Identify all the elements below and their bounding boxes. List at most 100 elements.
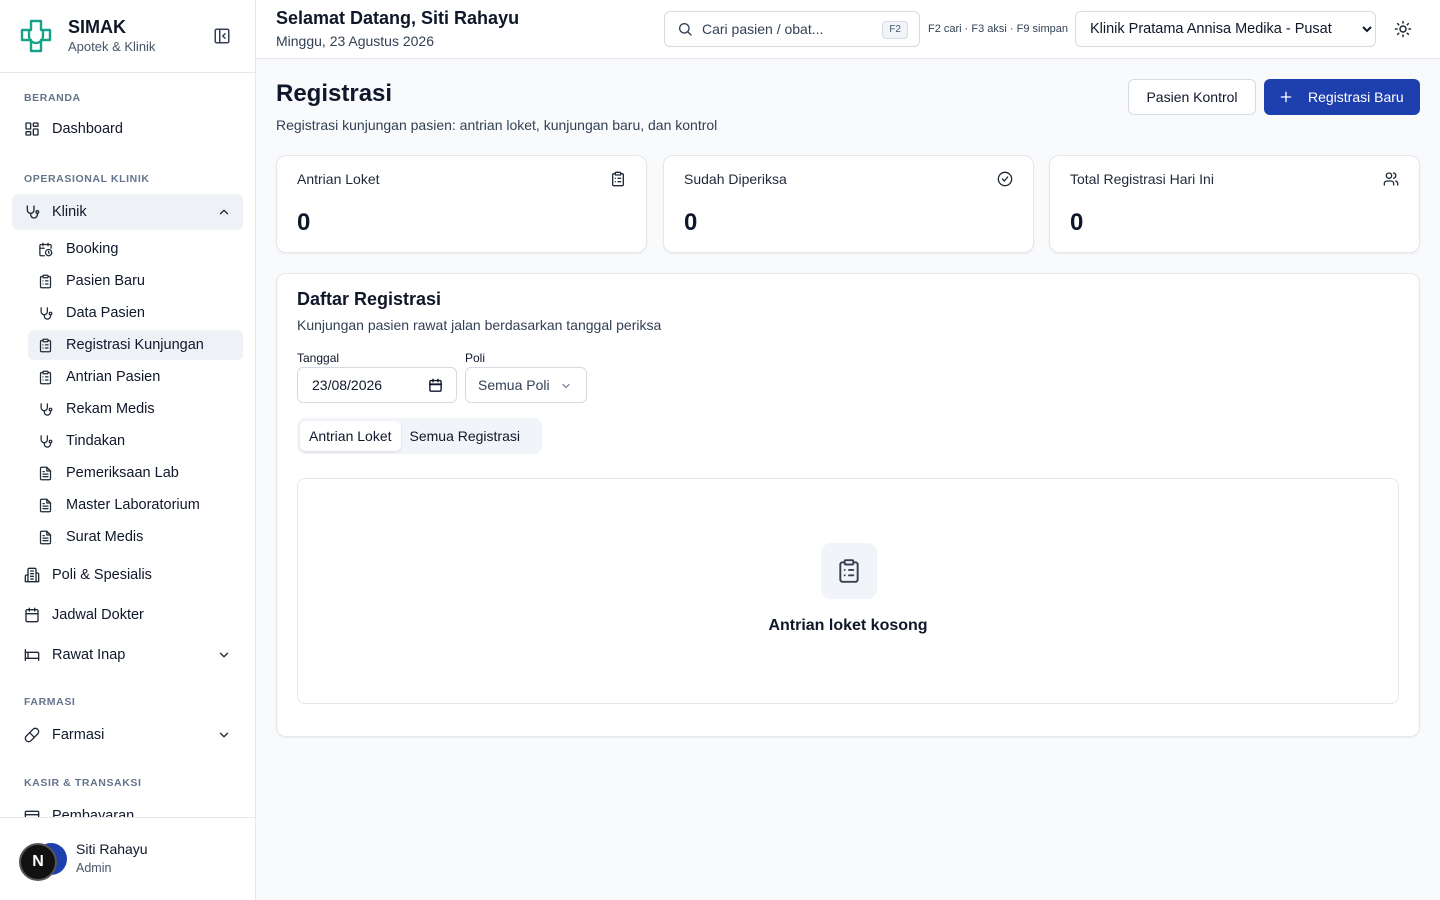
brand-name: SIMAK (68, 17, 126, 37)
empty-state-icon-box (821, 543, 877, 599)
users-icon (1383, 172, 1399, 186)
search-box[interactable]: F2 (664, 11, 920, 47)
credit-card-icon (24, 810, 40, 817)
stethoscope-icon (40, 402, 53, 416)
pasien-kontrol-button[interactable]: Pasien Kontrol (1128, 79, 1256, 115)
panel-title: Daftar Registrasi (297, 289, 442, 309)
clipboard-list-icon (839, 559, 859, 583)
sun-icon[interactable] (1394, 20, 1412, 38)
bed-icon (24, 649, 40, 661)
file-text-icon (39, 466, 52, 480)
user-panel[interactable]: N Siti Rahayu Admin (0, 817, 255, 900)
stat-value: 0 (684, 209, 698, 236)
sidebar-item-dashboard[interactable]: Dashboard (12, 111, 243, 147)
clipboard-list-icon (39, 370, 52, 384)
dashboard-icon (25, 122, 39, 136)
brand-subtitle: Apotek & Klinik (68, 39, 156, 54)
avatar[interactable]: N (19, 843, 67, 883)
calendar-clock-icon (39, 242, 53, 256)
sidebar-item-surat-medis[interactable]: Surat Medis (28, 522, 243, 552)
stat-card-sudah-diperiksa: Sudah Diperiksa 0 (663, 155, 1034, 253)
calendar-icon[interactable] (428, 378, 443, 393)
sidebar-item-label: Antrian Pasien (66, 369, 161, 385)
tanggal-label: Tanggal (297, 351, 340, 365)
sidebar-item-label: Surat Medis (66, 529, 144, 545)
sidebar-item-master-laboratorium[interactable]: Master Laboratorium (28, 490, 243, 520)
sidebar: SIMAK Apotek & Klinik BERANDA Dashboard … (0, 0, 256, 900)
clipboard-list-icon (39, 338, 52, 352)
check-circle-icon (997, 171, 1013, 187)
poli-select[interactable]: Semua Poli (465, 367, 587, 403)
sidebar-item-label: Rawat Inap (52, 647, 126, 663)
stat-card-antrian-loket: Antrian Loket 0 (276, 155, 647, 253)
empty-state-text: Antrian loket kosong (768, 617, 928, 634)
stethoscope-icon (26, 205, 40, 219)
chevron-down-icon (219, 732, 229, 738)
stethoscope-icon (40, 306, 53, 320)
sidebar-item-label: Jadwal Dokter (52, 607, 144, 623)
section-label-beranda: BERANDA (24, 92, 81, 104)
registrasi-baru-button[interactable]: Registrasi Baru (1264, 79, 1420, 115)
tab-antrian-loket[interactable]: Antrian Loket (300, 421, 401, 451)
sidebar-item-label: Tindakan (66, 433, 126, 449)
stethoscope-icon (40, 434, 53, 448)
stethoscope-logo-icon (20, 19, 52, 53)
stat-label: Sudah Diperiksa (684, 171, 787, 187)
calendar-icon (25, 607, 39, 623)
sidebar-item-registrasi-kunjungan[interactable]: Registrasi Kunjungan (28, 330, 243, 360)
sidebar-item-rawat-inap[interactable]: Rawat Inap (12, 637, 243, 673)
search-input[interactable] (702, 21, 862, 37)
sidebar-item-rekam-medis[interactable]: Rekam Medis (28, 394, 243, 424)
sidebar-item-label: Data Pasien (66, 305, 145, 321)
sidebar-item-tindakan[interactable]: Tindakan (28, 426, 243, 456)
sidebar-item-pemeriksaan-lab[interactable]: Pemeriksaan Lab (28, 458, 243, 488)
search-shortcut-badge: F2 (882, 21, 908, 39)
panel-subtitle: Kunjungan pasien rawat jalan berdasarkan… (297, 317, 662, 333)
sidebar-item-poli-spesialis[interactable]: Poli & Spesialis (12, 557, 243, 593)
sidebar-item-antrian-pasien[interactable]: Antrian Pasien (28, 362, 243, 392)
sidebar-item-jadwal-dokter[interactable]: Jadwal Dokter (12, 597, 243, 633)
sidebar-item-label: Registrasi Kunjungan (66, 337, 204, 353)
sidebar-item-label: Dashboard (52, 121, 123, 137)
chevron-down-icon (219, 652, 229, 658)
sidebar-item-label: Rekam Medis (66, 401, 155, 417)
greeting: Selamat Datang, Siti Rahayu (276, 8, 520, 28)
sidebar-collapse-icon[interactable] (213, 27, 231, 45)
clipboard-icon (612, 171, 624, 187)
section-label-kasir: KASIR & TRANSAKSI (24, 777, 142, 789)
sidebar-item-data-pasien[interactable]: Data Pasien (28, 298, 243, 328)
registrasi-tabs: Antrian Loket Semua Registrasi (297, 418, 542, 454)
section-label-operasional: OPERASIONAL KLINIK (24, 173, 150, 185)
sidebar-item-label: Poli & Spesialis (52, 567, 152, 583)
section-label-farmasi: FARMASI (24, 696, 76, 708)
stat-label: Total Registrasi Hari Ini (1070, 171, 1214, 187)
clinic-select[interactable]: Klinik Pratama Annisa Medika - Pusat (1075, 11, 1376, 47)
sidebar-item-pembayaran[interactable]: Pembayaran (12, 798, 243, 817)
user-name: Siti Rahayu (76, 841, 148, 857)
page-title: Registrasi (276, 80, 393, 107)
sidebar-item-label: Pasien Baru (66, 273, 145, 289)
sidebar-nav: BERANDA Dashboard OPERASIONAL KLINIK Kli… (0, 73, 255, 817)
sidebar-item-klinik[interactable]: Klinik (12, 194, 243, 230)
avatar-initial: N (19, 843, 57, 881)
poli-label: Poli (465, 351, 486, 365)
sidebar-item-pasien-baru[interactable]: Pasien Baru (28, 266, 243, 296)
sidebar-item-booking[interactable]: Booking (28, 234, 243, 264)
top-header: Selamat Datang, Siti Rahayu Minggu, 23 A… (256, 0, 1440, 59)
stat-label: Antrian Loket (297, 171, 380, 187)
brand: SIMAK Apotek & Klinik (0, 0, 255, 73)
tanggal-date-input[interactable]: 23/08/2026 (297, 367, 457, 403)
stat-value: 0 (297, 209, 311, 236)
sidebar-item-label: Pemeriksaan Lab (66, 465, 179, 481)
stat-value: 0 (1070, 209, 1084, 236)
user-role: Admin (76, 861, 112, 875)
tab-semua-registrasi[interactable]: Semua Registrasi (401, 421, 530, 451)
poli-select-value: Semua Poli (478, 377, 550, 393)
sidebar-item-farmasi[interactable]: Farmasi (12, 717, 243, 753)
registrasi-baru-label: Registrasi Baru (1308, 89, 1404, 105)
plus-icon (1280, 91, 1292, 103)
chevron-up-icon (219, 209, 229, 215)
sidebar-item-label: Pembayaran (52, 808, 135, 817)
clipboard-list-icon (39, 274, 52, 288)
sidebar-item-label: Master Laboratorium (66, 497, 200, 513)
